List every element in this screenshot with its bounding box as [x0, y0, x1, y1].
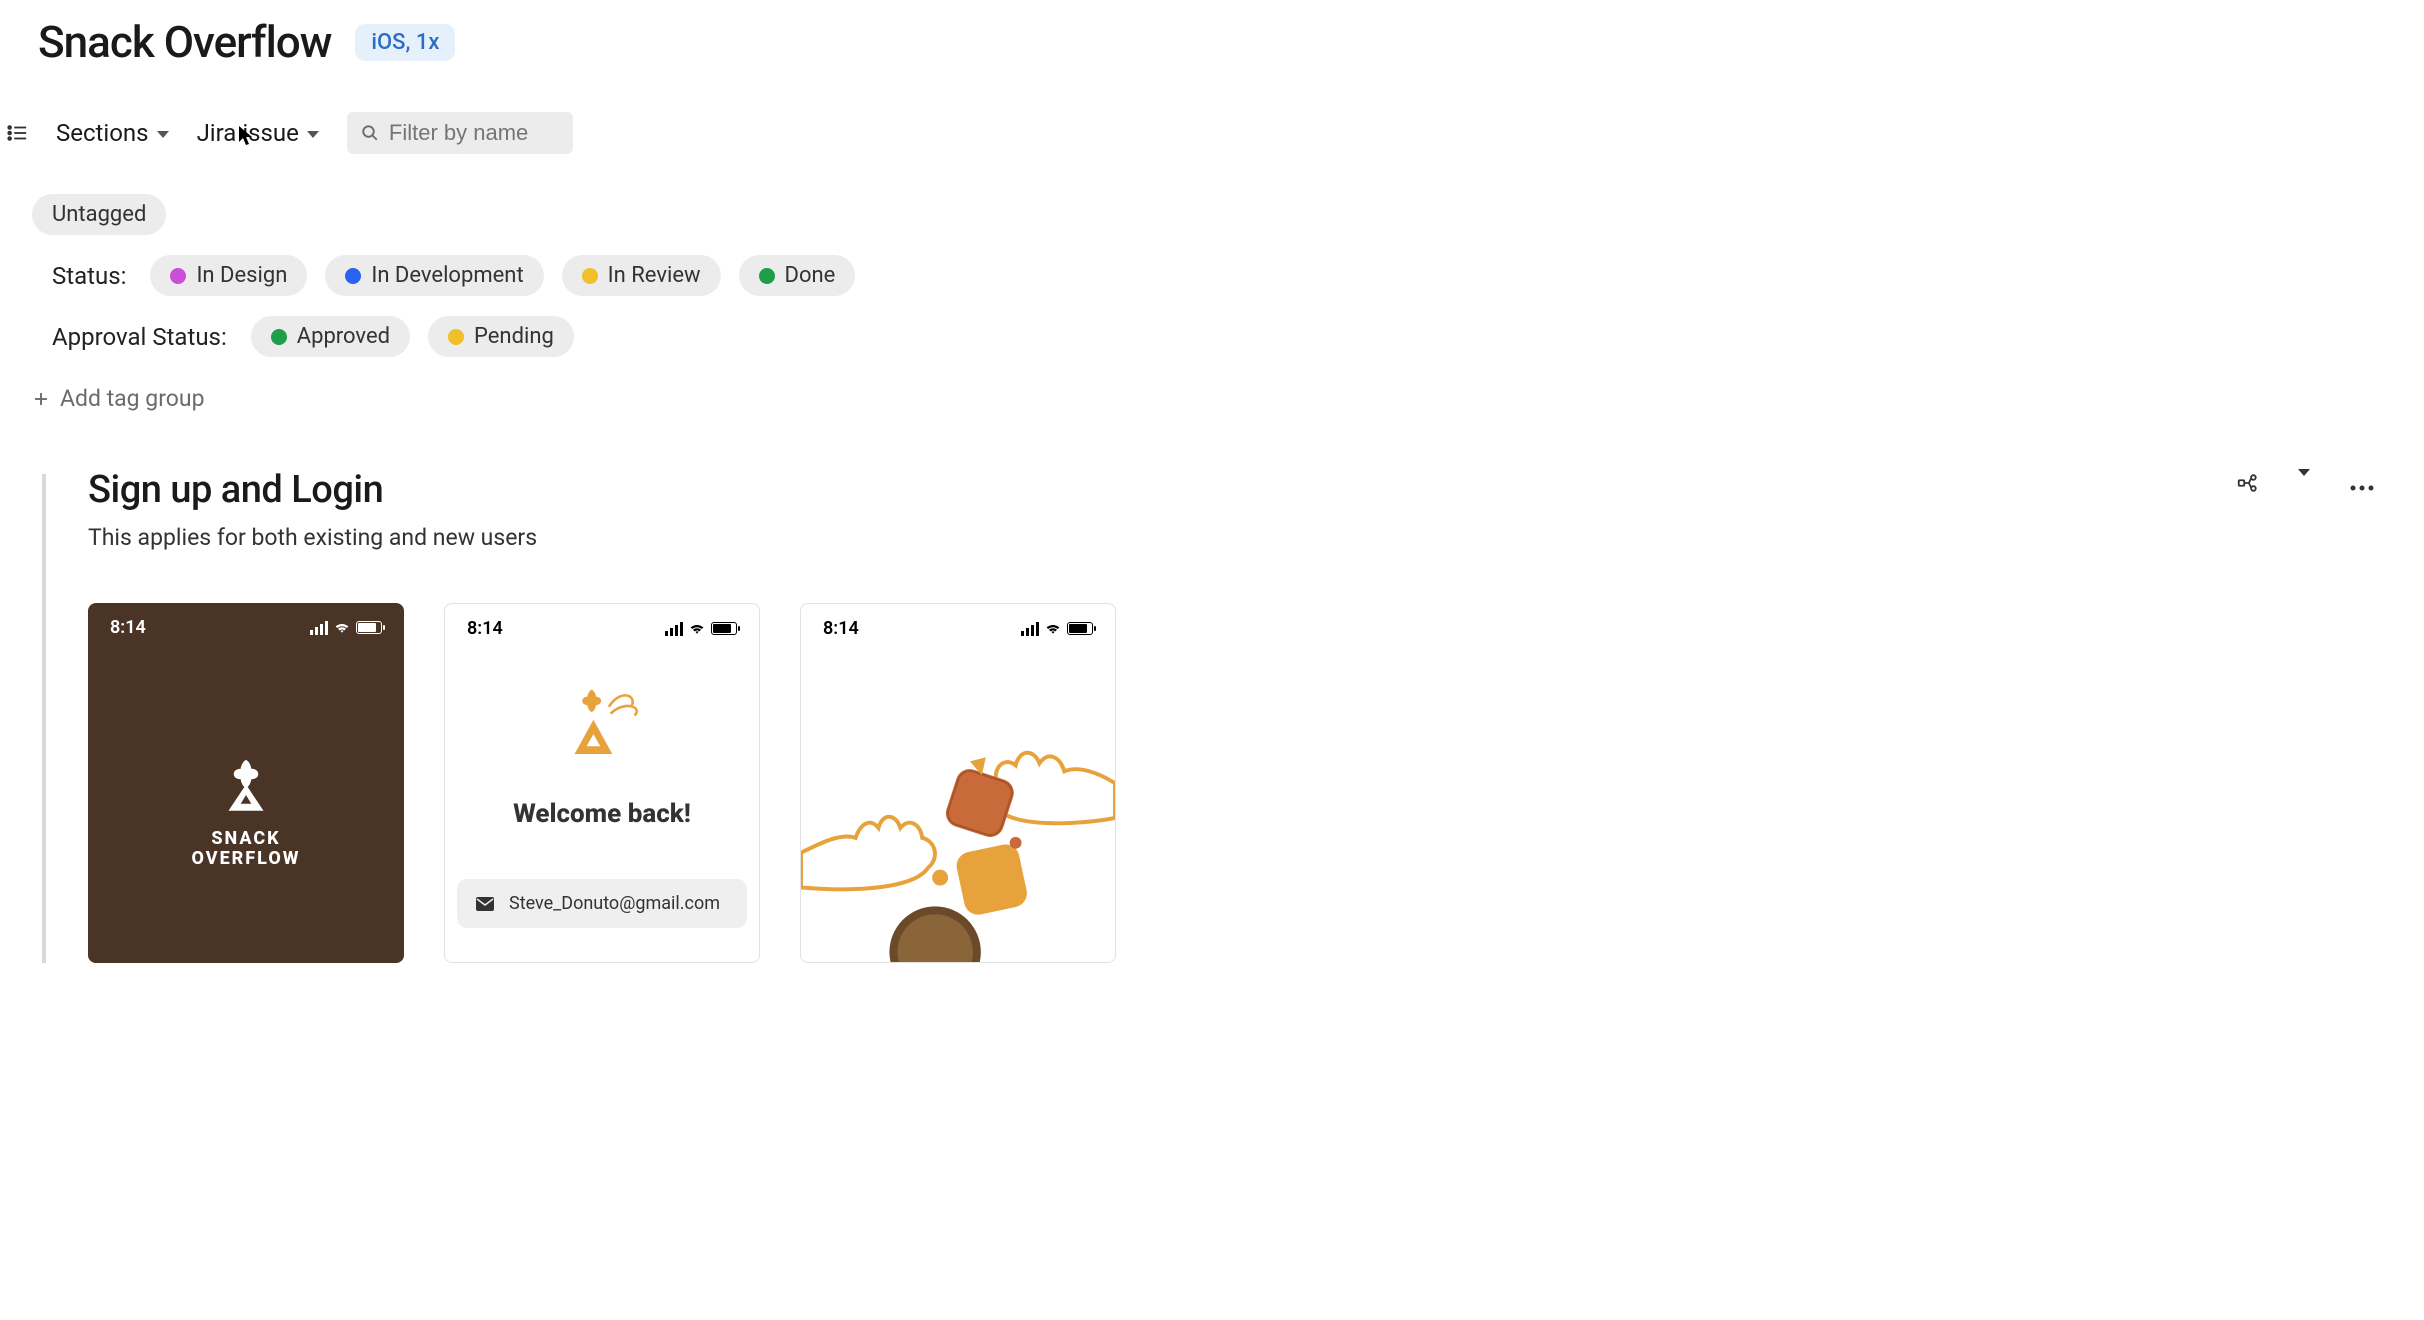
screen-onboarding-art[interactable]: 8:14: [800, 603, 1116, 963]
dot-icon: [759, 268, 775, 284]
page-header: Snack Overflow iOS, 1x: [38, 16, 2384, 68]
chip-label: Untagged: [52, 202, 146, 227]
sections-dropdown[interactable]: Sections: [56, 119, 169, 147]
cellular-icon: [310, 621, 328, 635]
brand-logo-icon: [211, 753, 281, 823]
chip-status-done[interactable]: Done: [739, 255, 856, 296]
search-icon: [361, 124, 379, 142]
screen-login[interactable]: 8:14 Welcome back! Steve: [444, 603, 760, 963]
cellular-icon: [1021, 622, 1039, 636]
section-signup-login: Sign up and Login This applies for both …: [88, 468, 2384, 963]
status-time: 8:14: [110, 617, 146, 638]
chevron-down-icon: [2298, 469, 2310, 495]
chip-label: Done: [785, 263, 836, 288]
approval-label: Approval Status:: [52, 323, 227, 351]
status-bar: 8:14: [88, 603, 404, 638]
platform-badge: iOS, 1x: [355, 24, 455, 61]
chip-approval-approved[interactable]: Approved: [251, 316, 410, 357]
status-time: 8:14: [467, 618, 503, 639]
battery-icon: [711, 622, 737, 635]
chip-untagged[interactable]: Untagged: [32, 194, 166, 235]
dot-icon: [345, 268, 361, 284]
filter-input[interactable]: [389, 120, 559, 146]
jira-issue-dropdown[interactable]: Jira issue: [197, 119, 319, 147]
dot-icon: [582, 268, 598, 284]
more-horizontal-icon: [2350, 485, 2374, 491]
status-bar: 8:14: [445, 604, 759, 639]
page-title: Snack Overflow: [38, 16, 331, 68]
chip-label: Pending: [474, 324, 554, 349]
status-row: Status: In Design In Development In Revi…: [52, 255, 2384, 296]
onboarding-illustration: [801, 654, 1115, 962]
section-actions: [2236, 472, 2374, 498]
wifi-icon: [689, 623, 705, 635]
chip-label: In Review: [608, 263, 701, 288]
status-label: Status:: [52, 262, 126, 290]
cellular-icon: [665, 622, 683, 636]
wifi-icon: [1045, 623, 1061, 635]
brand-text-line2: OVERFLOW: [192, 849, 301, 869]
chip-label: In Design: [196, 263, 287, 288]
battery-icon: [1067, 622, 1093, 635]
collapse-section-button[interactable]: [2298, 476, 2310, 495]
dot-icon: [448, 329, 464, 345]
section-subtitle: This applies for both existing and new u…: [88, 524, 537, 551]
wifi-icon: [334, 622, 350, 634]
more-actions-button[interactable]: [2350, 476, 2374, 495]
chip-label: Approved: [297, 324, 390, 349]
plus-icon: [32, 390, 50, 408]
brand-logo-small-icon: [542, 679, 662, 769]
chip-status-in-development[interactable]: In Development: [325, 255, 543, 296]
welcome-back-heading: Welcome back!: [513, 799, 691, 829]
chevron-down-icon: [157, 131, 169, 138]
add-tag-group-label: Add tag group: [60, 385, 205, 412]
chevron-down-icon: [307, 131, 319, 138]
email-field: Steve_Donuto@gmail.com: [457, 879, 747, 928]
tag-area: Untagged Status: In Design In Developmen…: [32, 194, 2384, 412]
approval-row: Approval Status: Approved Pending: [52, 316, 2384, 357]
battery-icon: [356, 621, 382, 634]
chip-status-in-review[interactable]: In Review: [562, 255, 721, 296]
email-value: Steve_Donuto@gmail.com: [509, 893, 720, 914]
status-bar: 8:14: [801, 604, 1115, 639]
flow-icon[interactable]: [2236, 472, 2258, 498]
filter-input-wrap[interactable]: [347, 112, 573, 154]
screens-row: 8:14 SNACK OVERFLOW: [88, 603, 2384, 963]
status-time: 8:14: [823, 618, 859, 639]
add-tag-group-button[interactable]: Add tag group: [32, 385, 2384, 412]
sections-label: Sections: [56, 119, 149, 147]
chip-label: In Development: [371, 263, 523, 288]
section-title: Sign up and Login: [88, 468, 537, 512]
brand-text-line1: SNACK: [192, 829, 301, 849]
cursor-icon: [238, 125, 254, 147]
mail-icon: [475, 896, 495, 912]
dot-icon: [170, 268, 186, 284]
toolbar: Sections Jira issue: [6, 112, 2384, 154]
screen-splash[interactable]: 8:14 SNACK OVERFLOW: [88, 603, 404, 963]
chip-status-in-design[interactable]: In Design: [150, 255, 307, 296]
list-numbered-icon[interactable]: [6, 122, 28, 144]
dot-icon: [271, 329, 287, 345]
chip-approval-pending[interactable]: Pending: [428, 316, 574, 357]
